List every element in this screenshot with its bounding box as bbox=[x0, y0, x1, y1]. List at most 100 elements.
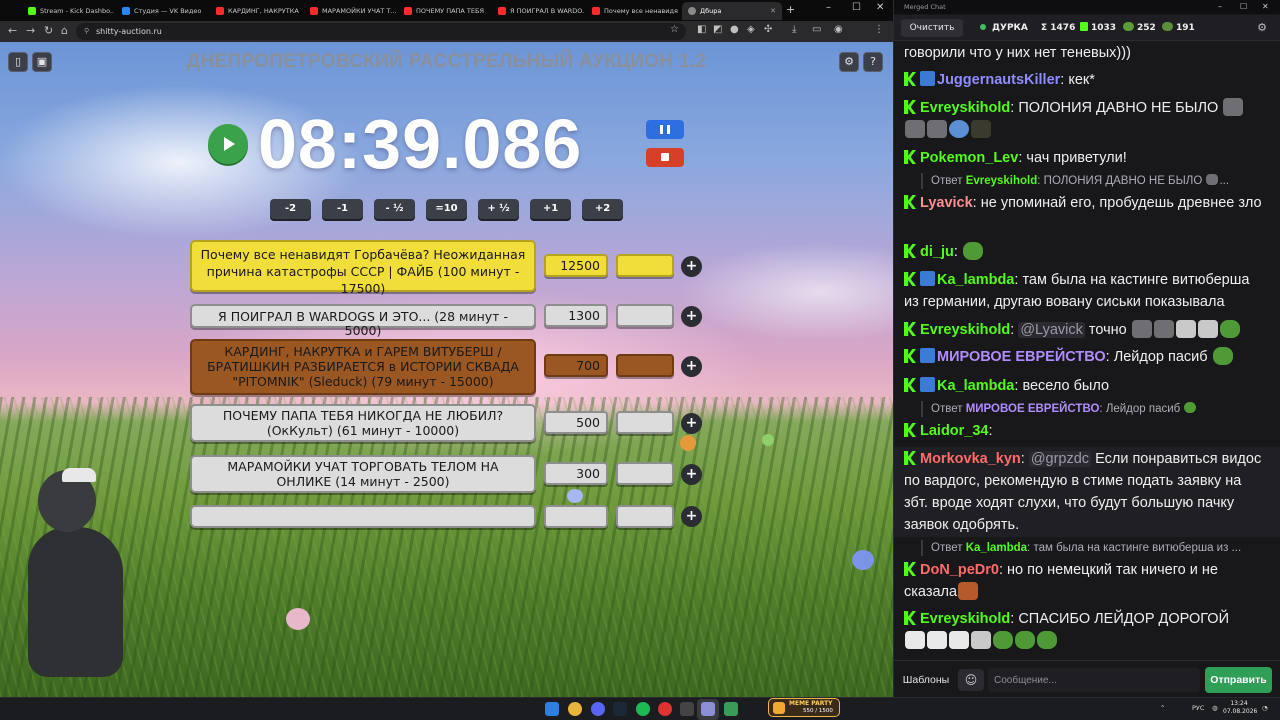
chat-username[interactable]: Ka_lambda bbox=[937, 378, 1014, 394]
app-icon[interactable] bbox=[724, 702, 738, 716]
lot-addition-field[interactable] bbox=[616, 304, 674, 327]
extension-icon[interactable]: ◧ bbox=[697, 24, 706, 35]
lot-name-field[interactable]: ПОЧЕМУ ПАПА ТЕБЯ НИКОГДА НЕ ЛЮБИЛ? (ОкКу… bbox=[190, 404, 536, 442]
app-icon[interactable] bbox=[658, 702, 672, 716]
maximize-icon[interactable]: ☐ bbox=[852, 2, 861, 13]
tab-vk-studio[interactable]: Студия — VK Видео bbox=[116, 2, 208, 20]
tab-youtube-4[interactable]: Я ПОИГРАЛ В WARDO... bbox=[492, 2, 584, 20]
maximize-icon[interactable]: ☐ bbox=[1240, 0, 1247, 14]
tray-chevron-icon[interactable]: ⌃ bbox=[1160, 704, 1165, 712]
download-icon[interactable]: ⤓ bbox=[792, 24, 796, 35]
chat-username[interactable]: Ka_lambda bbox=[937, 272, 1014, 288]
notifications-icon[interactable]: ◔ bbox=[1262, 704, 1268, 712]
lot-add-button[interactable]: + bbox=[681, 506, 702, 527]
mention[interactable]: @Lyavick bbox=[1018, 322, 1085, 338]
minimize-icon[interactable]: – bbox=[826, 2, 831, 13]
back-icon[interactable]: ← bbox=[8, 24, 17, 37]
chrome-icon[interactable] bbox=[568, 702, 582, 716]
home-icon[interactable]: ⌂ bbox=[61, 24, 68, 37]
lot-addition-field[interactable] bbox=[616, 411, 674, 434]
network-icon[interactable]: ◍ bbox=[1212, 704, 1218, 712]
time-set-10-button[interactable]: =10 bbox=[426, 199, 467, 219]
lot-add-button[interactable]: + bbox=[681, 256, 702, 277]
chat-username[interactable]: Morkovka_kyn bbox=[920, 451, 1021, 467]
stop-button[interactable] bbox=[646, 148, 684, 167]
send-button[interactable]: Отправить bbox=[1205, 667, 1272, 693]
clear-chat-button[interactable]: Очистить bbox=[901, 19, 963, 37]
pause-button[interactable] bbox=[646, 120, 684, 139]
play-button[interactable] bbox=[208, 124, 248, 164]
chat-username[interactable]: Evreyskihold bbox=[920, 611, 1010, 627]
lot-add-button[interactable]: + bbox=[681, 306, 702, 327]
tab-kick-dashboard[interactable]: Stream - Kick Dashbo... bbox=[22, 2, 114, 20]
lot-amount-field[interactable]: 700 bbox=[544, 354, 608, 377]
menu-icon[interactable]: ⋮ bbox=[874, 24, 884, 35]
lot-name-field[interactable]: МАРАМОЙКИ УЧАТ ТОРГОВАТЬ ТЕЛОМ НА ОНЛИКЕ… bbox=[190, 455, 536, 493]
active-app-icon[interactable] bbox=[701, 702, 715, 716]
lot-name-field[interactable]: Я ПОИГРАЛ В WARDOGS И ЭТО... (28 минут -… bbox=[190, 304, 536, 338]
lot-add-button[interactable]: + bbox=[681, 356, 702, 377]
extensions-puzzle-icon[interactable]: ✣ bbox=[764, 24, 772, 35]
settings-gear-icon[interactable]: ⚙ bbox=[839, 52, 859, 72]
time-minus-half-button[interactable]: - ½ bbox=[374, 199, 415, 219]
obs-icon[interactable] bbox=[680, 702, 694, 716]
new-lot-amount-field[interactable] bbox=[544, 505, 608, 528]
minimize-icon[interactable]: – bbox=[1218, 0, 1222, 14]
spotify-icon[interactable] bbox=[636, 702, 650, 716]
windows-start-icon[interactable] bbox=[545, 702, 559, 716]
lot-amount-field[interactable]: 1300 bbox=[544, 304, 608, 327]
new-lot-name-field[interactable] bbox=[190, 505, 536, 528]
new-lot-addition-field[interactable] bbox=[616, 505, 674, 528]
language-indicator[interactable]: РУС bbox=[1192, 704, 1204, 712]
lot-add-button[interactable]: + bbox=[681, 413, 702, 434]
close-window-icon[interactable]: ✕ bbox=[1262, 0, 1269, 14]
templates-button[interactable]: Шаблоны bbox=[899, 669, 953, 691]
tab-auction-active[interactable]: Дбuра ✕ bbox=[682, 2, 782, 20]
new-tab-button[interactable]: + bbox=[786, 3, 795, 16]
help-icon[interactable]: ? bbox=[863, 52, 883, 72]
url-field[interactable]: ⚲ shitty-auction.ru bbox=[76, 23, 686, 40]
time-plus-2-button[interactable]: +2 bbox=[582, 199, 623, 219]
chat-username[interactable]: JuggernautsKiller bbox=[937, 72, 1060, 88]
close-tab-icon[interactable]: ✕ bbox=[770, 7, 776, 15]
chat-username[interactable]: МИРОВОЕ ЕВРЕЙСТВО bbox=[937, 349, 1106, 365]
system-clock[interactable]: 13:24 07.08.2026 bbox=[1223, 700, 1257, 716]
lot-addition-field[interactable] bbox=[616, 462, 674, 485]
reply-preview[interactable]: Ответ МИРОВОЕ ЕВРЕЙСТВО: Лейдор пасиб bbox=[921, 401, 1197, 417]
close-window-icon[interactable]: ✕ bbox=[876, 2, 884, 13]
lot-amount-field[interactable]: 12500 bbox=[544, 254, 608, 277]
chat-username[interactable]: DoN_peDr0 bbox=[920, 562, 999, 578]
chat-username[interactable]: Evreyskihold bbox=[920, 322, 1010, 338]
time-minus-1-button[interactable]: -1 bbox=[322, 199, 363, 219]
reply-preview[interactable]: Ответ Ka_lambda: там была на кастинге ви… bbox=[921, 540, 1241, 556]
time-plus-half-button[interactable]: + ½ bbox=[478, 199, 519, 219]
tab-youtube-1[interactable]: КАРДИНГ, НАКРУТКА bbox=[210, 2, 302, 20]
split-view-icon[interactable]: ▭ bbox=[812, 24, 821, 35]
chat-username[interactable]: di_ju bbox=[920, 244, 954, 260]
bookmark-star-icon[interactable]: ☆ bbox=[670, 24, 679, 35]
lot-amount-field[interactable]: 300 bbox=[544, 462, 608, 485]
lot-add-button[interactable]: + bbox=[681, 464, 702, 485]
lot-amount-field[interactable]: 500 bbox=[544, 411, 608, 434]
profile-icon[interactable]: ◉ bbox=[834, 24, 843, 35]
extension-icon[interactable]: ◈ bbox=[747, 24, 755, 35]
steam-icon[interactable] bbox=[613, 702, 627, 716]
extension-icon[interactable]: ◩ bbox=[713, 24, 722, 35]
lot-name-field[interactable]: КАРДИНГ, НАКРУТКА и ГАРЕМ ВИТУБЕРШ / БРА… bbox=[190, 339, 536, 395]
meme-party-widget[interactable]: MEME PARTY 550 / 1500 bbox=[768, 698, 840, 717]
mention[interactable]: @grpzdc bbox=[1028, 451, 1092, 467]
discord-icon[interactable] bbox=[591, 702, 605, 716]
reply-preview[interactable]: Ответ Evreyskihold: ПОЛОНИЯ ДАВНО НЕ БЫЛ… bbox=[921, 173, 1229, 189]
extension-icon[interactable]: ● bbox=[730, 24, 739, 35]
lot-name-field[interactable]: Почему все ненавидят Горбачёва? Неожидан… bbox=[190, 240, 536, 296]
chat-username[interactable]: Evreyskihold bbox=[920, 100, 1010, 116]
chat-username[interactable]: Lyavick bbox=[920, 195, 973, 211]
site-info-icon[interactable]: ⚲ bbox=[84, 23, 89, 40]
forward-icon[interactable]: → bbox=[26, 24, 35, 37]
time-minus-2-button[interactable]: -2 bbox=[270, 199, 311, 219]
lot-addition-field[interactable] bbox=[616, 254, 674, 277]
time-plus-1-button[interactable]: +1 bbox=[530, 199, 571, 219]
chat-username[interactable]: Laidor_34 bbox=[920, 423, 989, 439]
emoji-picker-icon[interactable]: ☺ bbox=[958, 669, 984, 691]
tab-youtube-3[interactable]: ПОЧЕМУ ПАПА ТЕБЯ bbox=[398, 2, 490, 20]
